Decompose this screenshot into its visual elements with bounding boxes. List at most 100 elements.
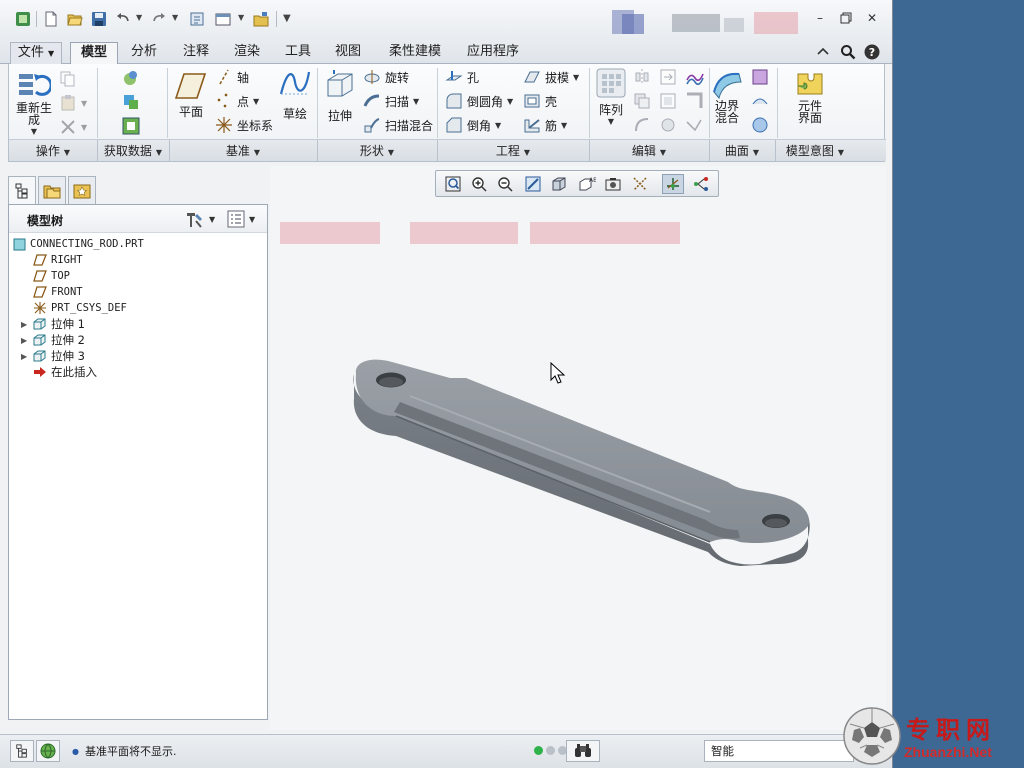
component-interface-button[interactable]: 元件界面 — [787, 68, 833, 124]
operations-group-label[interactable]: 操作 ▼ — [9, 142, 97, 160]
collapse-ribbon-icon[interactable] — [816, 40, 830, 64]
show-menu-button[interactable]: ▼ — [227, 210, 255, 228]
paste-button[interactable]: ▼ — [59, 94, 87, 112]
undo-icon[interactable] — [114, 10, 132, 28]
view-manager-button[interactable] — [602, 174, 624, 194]
tab-tools[interactable]: 工具 — [276, 42, 320, 64]
zoom-out-button[interactable] — [494, 174, 516, 194]
find-button[interactable] — [566, 740, 600, 762]
fill-surface-button[interactable] — [751, 92, 769, 110]
datum-group-label[interactable]: 基准 ▼ — [169, 142, 317, 160]
graphics-window[interactable] — [270, 166, 886, 730]
tab-annotate[interactable]: 注释 — [174, 42, 218, 64]
annotation-display-button[interactable] — [690, 174, 712, 194]
expand-icon[interactable]: ▶ — [21, 320, 27, 329]
repaint-button[interactable] — [522, 174, 544, 194]
tab-analysis[interactable]: 分析 — [122, 42, 166, 64]
round-button[interactable]: 倒圆角 ▼ — [445, 92, 513, 110]
swept-blend-button[interactable]: 扫描混合 — [363, 116, 433, 134]
open-folder-icon[interactable] — [66, 10, 84, 28]
favorites-tab[interactable] — [68, 176, 96, 204]
expand-icon[interactable]: ▶ — [21, 352, 27, 361]
tree-item-extrude-1[interactable]: 拉伸 1 — [33, 316, 85, 332]
restore-button[interactable] — [838, 10, 854, 26]
new-file-icon[interactable] — [42, 10, 60, 28]
undo-dropdown-icon[interactable]: ▼ — [136, 13, 142, 22]
selection-filter-dropdown[interactable]: 智能 — [704, 740, 854, 762]
style-button[interactable] — [751, 116, 769, 134]
shapes-group-label[interactable]: 形状 ▼ — [317, 142, 437, 160]
model-tree-tab[interactable] — [8, 176, 36, 205]
connecting-rod-model[interactable] — [270, 166, 886, 730]
customize-quick-access-icon[interactable]: ▼ — [283, 13, 291, 24]
model-intent-group-label[interactable]: 模型意图 ▼ — [775, 142, 855, 160]
tree-item-top[interactable]: TOP — [33, 268, 70, 284]
tab-file[interactable]: 文件 ▼ — [10, 42, 62, 64]
extend-button[interactable] — [659, 68, 677, 86]
pattern-button[interactable]: 阵列 ▼ — [593, 68, 629, 128]
redo-icon[interactable] — [150, 10, 168, 28]
rib-button[interactable]: 筋 ▼ — [523, 116, 567, 134]
tree-item-insert-here[interactable]: 在此插入 — [33, 364, 97, 380]
windows-icon[interactable] — [214, 10, 232, 28]
save-icon[interactable] — [90, 10, 108, 28]
expand-icon[interactable]: ▶ — [21, 336, 27, 345]
tree-item-extrude-2[interactable]: 拉伸 2 — [33, 332, 85, 348]
tab-flexible-modeling[interactable]: 柔性建模 — [380, 42, 450, 64]
hole-button[interactable]: 孔 — [445, 68, 479, 86]
editing-group-label[interactable]: 编辑 ▼ — [589, 142, 709, 160]
copy-button[interactable] — [59, 70, 77, 88]
tree-item-extrude-3[interactable]: 拉伸 3 — [33, 348, 85, 364]
windows-dropdown-icon[interactable]: ▼ — [238, 13, 244, 22]
zoom-in-button[interactable] — [468, 174, 490, 194]
chamfer-button[interactable]: 倒角 ▼ — [445, 116, 501, 134]
folder-browser-tab[interactable] — [38, 176, 66, 204]
user-defined-feature-button[interactable] — [121, 68, 141, 88]
toggle-browser-button[interactable] — [36, 740, 60, 762]
datum-display-filters-button[interactable] — [630, 174, 652, 194]
regenerate-icon[interactable] — [188, 10, 206, 28]
mirror-button[interactable] — [633, 68, 651, 86]
tab-render[interactable]: 渲染 — [225, 42, 269, 64]
delete-button[interactable]: ▼ — [59, 118, 87, 136]
draft-button[interactable]: 拔模 ▼ — [523, 68, 579, 86]
surfaces-group-label[interactable]: 曲面 ▼ — [709, 142, 775, 160]
minimize-button[interactable]: – — [812, 10, 828, 26]
freestyle-button[interactable] — [751, 68, 769, 86]
axis-button[interactable]: 轴 — [215, 68, 249, 86]
boundary-blend-button[interactable]: 边界混合 — [709, 68, 745, 124]
tree-item-csys[interactable]: PRT_CSYS_DEF — [33, 300, 127, 316]
plane-button[interactable]: 平面 — [171, 72, 211, 118]
tab-model[interactable]: 模型 — [70, 42, 118, 65]
redo-dropdown-icon[interactable]: ▼ — [172, 13, 178, 22]
trim-button[interactable] — [633, 116, 651, 134]
close-button[interactable]: ✕ — [864, 10, 880, 26]
copy-geometry-button[interactable] — [121, 92, 141, 112]
window-icon[interactable] — [14, 10, 32, 28]
point-button[interactable]: 点 ▼ — [215, 92, 259, 110]
help-icon[interactable]: ? — [864, 40, 880, 64]
close-folder-icon[interactable] — [252, 10, 270, 28]
toggle-navigator-button[interactable] — [10, 740, 34, 762]
tree-settings-button[interactable]: ▼ — [185, 210, 215, 228]
sketch-button[interactable]: 草绘 — [277, 68, 313, 120]
revolve-button[interactable]: 旋转 — [363, 68, 409, 86]
search-icon[interactable] — [840, 40, 856, 64]
csys-button[interactable]: 坐标系 — [215, 116, 273, 134]
display-style-button[interactable] — [548, 174, 570, 194]
merge-button[interactable] — [633, 92, 651, 110]
solidify-button[interactable] — [685, 116, 703, 134]
sweep-button[interactable]: 扫描 ▼ — [363, 92, 419, 110]
intersect-button[interactable] — [659, 116, 677, 134]
project-button[interactable] — [685, 68, 705, 86]
shrinkwrap-button[interactable] — [121, 116, 141, 136]
tree-item-front[interactable]: FRONT — [33, 284, 83, 300]
thicken-button[interactable] — [685, 92, 703, 110]
get-data-group-label[interactable]: 获取数据 ▼ — [97, 142, 169, 160]
refit-button[interactable] — [442, 174, 464, 194]
extrude-button[interactable]: 拉伸 — [321, 68, 359, 122]
offset-button[interactable] — [659, 92, 677, 110]
tree-item-right[interactable]: RIGHT — [33, 252, 83, 268]
saved-orientations-button[interactable]: AB — [576, 174, 598, 194]
tab-view[interactable]: 视图 — [326, 42, 370, 64]
